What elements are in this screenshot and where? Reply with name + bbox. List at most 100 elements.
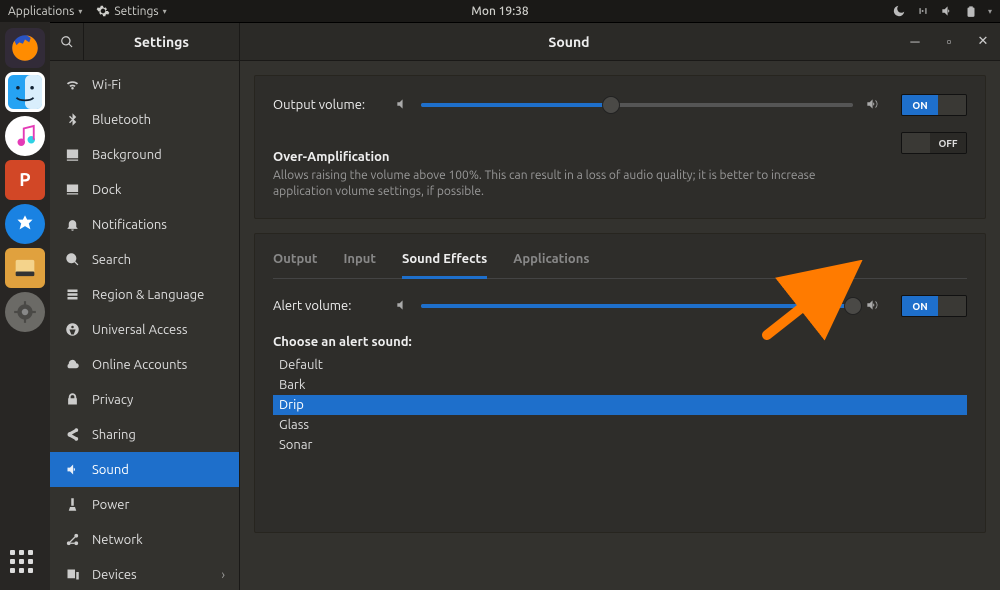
sound-effects-panel: Output Input Sound Effects Applications Ale…: [254, 233, 986, 533]
sidebar-item-label: Sharing: [92, 428, 225, 442]
tab-applications[interactable]: Applications: [513, 252, 589, 278]
alert-volume-label: Alert volume:: [273, 299, 383, 313]
sidebar-item-access[interactable]: Universal Access: [50, 312, 239, 347]
overamp-description: Allows raising the volume above 100%. Th…: [273, 168, 863, 200]
sidebar-item-network[interactable]: Network: [50, 522, 239, 557]
alert-sound-sonar[interactable]: Sonar: [273, 435, 967, 455]
sidebar-item-label: Sound: [92, 463, 225, 477]
sound-icon: [64, 462, 80, 477]
sidebar-item-background[interactable]: Background: [50, 137, 239, 172]
alert-sound-glass[interactable]: Glass: [273, 415, 967, 435]
devices-icon: [64, 567, 80, 582]
alert-sound-bark[interactable]: Bark: [273, 375, 967, 395]
sidebar-item-label: Background: [92, 148, 225, 162]
settings-content: Output volume: ON: [240, 61, 1000, 590]
search-icon: [64, 252, 80, 267]
sidebar-item-label: Online Accounts: [92, 358, 225, 372]
bell-icon: [64, 217, 80, 232]
volume-high-icon: [865, 298, 879, 315]
sidebar-item-label: Universal Access: [92, 323, 225, 337]
sidebar-item-cloud[interactable]: Online Accounts: [50, 347, 239, 382]
sidebar-item-label: Privacy: [92, 393, 225, 407]
search-button[interactable]: [50, 23, 84, 61]
tab-input[interactable]: Input: [343, 252, 376, 278]
applications-menu[interactable]: Applications ▾: [8, 5, 82, 18]
sidebar-item-label: Region & Language: [92, 288, 225, 302]
dock-app-drive[interactable]: [5, 248, 45, 288]
chevron-down-icon: ▾: [988, 7, 992, 16]
overamp-title: Over-Amplification: [273, 150, 891, 164]
status-area[interactable]: ▾: [892, 4, 992, 18]
minimize-button[interactable]: ─: [898, 23, 932, 61]
sidebar-item-devices[interactable]: Devices ›: [50, 557, 239, 590]
alert-sound-heading: Choose an alert sound:: [273, 335, 967, 349]
dock: P: [0, 22, 50, 590]
background-icon: [64, 147, 80, 162]
alert-volume-slider[interactable]: [421, 304, 853, 308]
power-icon: [64, 497, 80, 512]
dock-app-music[interactable]: [5, 116, 45, 156]
output-volume-label: Output volume:: [273, 98, 383, 112]
maximize-button[interactable]: ▫: [932, 23, 966, 61]
page-title: Sound: [240, 23, 898, 60]
cloud-icon: [64, 357, 80, 372]
network-icon: [64, 532, 80, 547]
alert-sound-default[interactable]: Default: [273, 355, 967, 375]
output-volume-panel: Output volume: ON: [254, 75, 986, 219]
sidebar-title: Settings: [84, 34, 239, 50]
sidebar-item-sound[interactable]: Sound: [50, 452, 239, 487]
sidebar-item-label: Devices: [92, 568, 209, 582]
alert-sound-drip[interactable]: Drip: [273, 395, 967, 415]
dock-icon: [64, 182, 80, 197]
output-volume-slider[interactable]: [421, 103, 853, 107]
sidebar-item-label: Wi-Fi: [92, 78, 225, 92]
volume-icon[interactable]: [940, 4, 954, 18]
lock-icon: [64, 392, 80, 407]
network-icon[interactable]: [916, 4, 930, 18]
sidebar-item-dock[interactable]: Dock: [50, 172, 239, 207]
sidebar-item-power[interactable]: Power: [50, 487, 239, 522]
access-icon: [64, 322, 80, 337]
night-light-icon[interactable]: [892, 4, 906, 18]
active-app-menu[interactable]: Settings ▾: [96, 4, 166, 18]
dock-app-finder[interactable]: [5, 72, 45, 112]
battery-icon[interactable]: [964, 4, 978, 18]
sidebar-item-bluetooth[interactable]: Bluetooth: [50, 102, 239, 137]
sidebar-item-bell[interactable]: Notifications: [50, 207, 239, 242]
chevron-right-icon: ›: [221, 568, 225, 582]
dock-app-powerpoint[interactable]: P: [5, 160, 45, 200]
sidebar-item-wifi[interactable]: Wi-Fi: [50, 67, 239, 102]
tab-output[interactable]: Output: [273, 252, 317, 278]
clock[interactable]: Mon 19:38: [471, 5, 528, 18]
window-titlebar: Settings Sound ─ ▫ ✕: [50, 23, 1000, 61]
settings-window: Settings Sound ─ ▫ ✕ Wi-Fi Bluetooth Backg…: [50, 22, 1000, 590]
alert-sound-list: DefaultBarkDripGlassSonar: [273, 355, 967, 455]
sidebar-item-label: Notifications: [92, 218, 225, 232]
active-app-label: Settings: [114, 5, 158, 18]
settings-icon: [96, 4, 110, 18]
toggle-off-label: OFF: [930, 133, 966, 153]
share-icon: [64, 427, 80, 442]
sidebar-item-search[interactable]: Search: [50, 242, 239, 277]
volume-high-icon: [865, 97, 879, 114]
toggle-on-label: ON: [902, 95, 938, 115]
volume-low-icon: [395, 298, 409, 315]
dock-app-appstore[interactable]: [5, 204, 45, 244]
alert-volume-toggle[interactable]: ON: [901, 295, 967, 317]
applications-label: Applications: [8, 5, 74, 18]
chevron-down-icon: ▾: [163, 7, 167, 16]
show-apps-button[interactable]: [10, 550, 40, 580]
sidebar-item-lock[interactable]: Privacy: [50, 382, 239, 417]
sidebar-item-globe[interactable]: Region & Language: [50, 277, 239, 312]
toggle-on-label: ON: [902, 296, 938, 316]
sidebar-item-share[interactable]: Sharing: [50, 417, 239, 452]
settings-sidebar: Wi-Fi Bluetooth Background Dock Notification…: [50, 61, 240, 590]
wifi-icon: [64, 77, 80, 92]
sound-tabs: Output Input Sound Effects Applications: [273, 252, 967, 279]
tab-sound-effects[interactable]: Sound Effects: [402, 252, 487, 279]
overamp-toggle[interactable]: OFF: [901, 132, 967, 154]
close-button[interactable]: ✕: [966, 23, 1000, 61]
output-volume-toggle[interactable]: ON: [901, 94, 967, 116]
dock-app-firefox[interactable]: [5, 28, 45, 68]
dock-app-settings[interactable]: [5, 292, 45, 332]
